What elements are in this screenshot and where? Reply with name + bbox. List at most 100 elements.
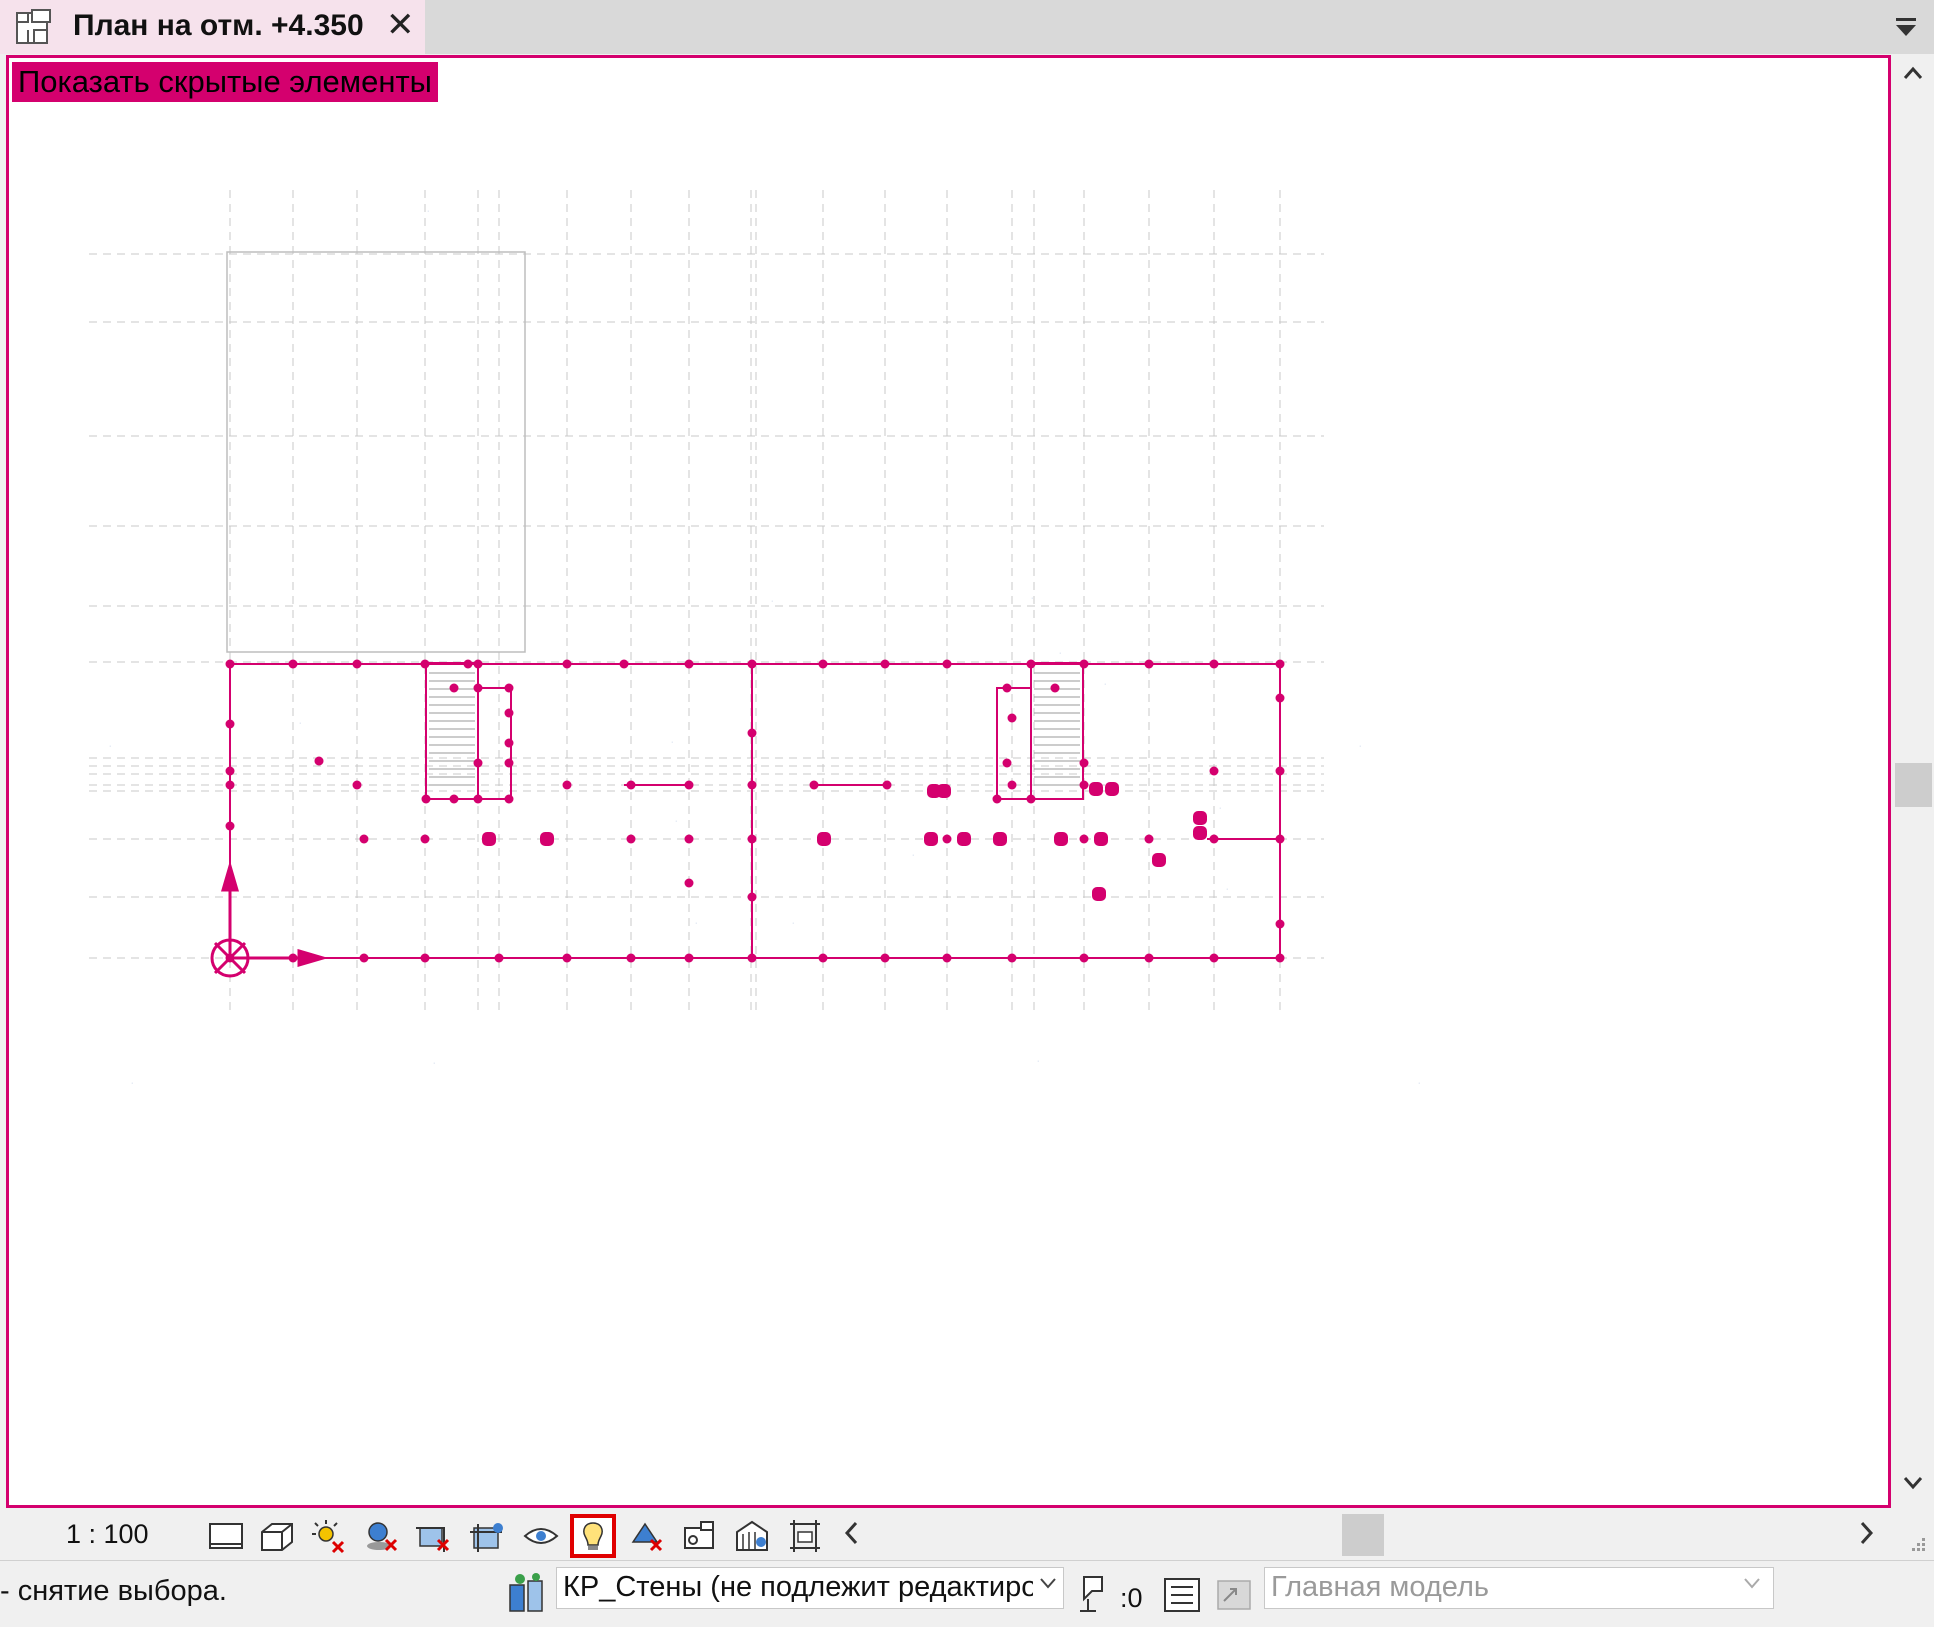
column-node [626, 953, 636, 963]
column-node [1275, 834, 1285, 844]
column-node [225, 766, 235, 776]
shadows-icon[interactable] [362, 1518, 400, 1554]
hidden-element-marker [1193, 811, 1207, 825]
column-node [1002, 758, 1012, 768]
column-node [942, 659, 952, 669]
scroll-up-icon[interactable] [1902, 65, 1924, 81]
column-node [626, 780, 636, 790]
drawing-view[interactable]: · · · · · · · · · · · · · · · · · · · Показать скрытые эле… [6, 55, 1891, 1508]
column-node [473, 659, 483, 669]
hidden-element-marker [1054, 832, 1068, 846]
hidden-element-marker [957, 832, 971, 846]
reveal-constraints-icon[interactable] [786, 1518, 824, 1554]
column-node [504, 758, 514, 768]
status-message: - снятие выбора. [0, 1575, 227, 1607]
grid-tag: · [792, 920, 794, 927]
status-bar: - снятие выбора. КР_Стены (не подлежит р… [0, 1560, 1934, 1627]
column-node [684, 834, 694, 844]
column-node [747, 953, 757, 963]
sun-path-icon[interactable] [309, 1518, 347, 1554]
column-node [880, 953, 890, 963]
column-node [619, 659, 629, 669]
show-crop-region-icon[interactable] [468, 1518, 506, 1554]
column-node [473, 794, 483, 804]
detail-level-icon[interactable] [207, 1518, 245, 1554]
chevron-down-icon [1040, 1578, 1056, 1589]
column-node [992, 794, 1002, 804]
column-node [420, 659, 430, 669]
hidden-element-marker [1094, 832, 1108, 846]
column-node [1007, 780, 1017, 790]
floor-plan-canvas[interactable]: · · · · · · · · · · · · · · · · · · · [9, 58, 1888, 1505]
active-workset-dropdown[interactable]: КР_Стены (не подлежит редактированию) [556, 1567, 1064, 1609]
column-node [420, 953, 430, 963]
stair-core-right [996, 662, 1084, 800]
hidden-element-marker [1193, 826, 1207, 840]
chevron-down-icon [1744, 1578, 1760, 1589]
selection-filter-icon[interactable] [1162, 1573, 1202, 1615]
view-scale[interactable]: 1 : 100 [66, 1519, 149, 1550]
editing-requests-icon[interactable] [1074, 1573, 1110, 1615]
grid-tag: · [299, 720, 301, 727]
reveal-hidden-elements-icon[interactable] [570, 1514, 616, 1558]
column-node [504, 794, 514, 804]
column-node [449, 683, 459, 693]
column-node [747, 834, 757, 844]
grid-tag: · [671, 739, 673, 746]
column-node [225, 821, 235, 831]
column-node [420, 834, 430, 844]
analytical-model-icon[interactable] [681, 1518, 719, 1554]
column-node [352, 659, 362, 669]
grid-tag: · [1037, 1058, 1039, 1065]
column-node [684, 780, 694, 790]
hidden-element-marker [540, 832, 554, 846]
column-node [1209, 766, 1219, 776]
visual-style-icon[interactable] [258, 1518, 296, 1554]
view-tab[interactable]: План на отм. +4.350 ✕ [0, 0, 425, 54]
close-icon[interactable]: ✕ [386, 8, 415, 42]
grid-tag: · [912, 852, 914, 859]
highlight-displacement-icon[interactable] [733, 1518, 771, 1554]
grid-tag: · [1359, 743, 1361, 750]
scroll-right-icon[interactable] [1858, 1520, 1876, 1546]
column-node [1007, 713, 1017, 723]
column-node [747, 892, 757, 902]
stair-core-left [425, 662, 512, 800]
column-node [562, 780, 572, 790]
column-node [225, 659, 235, 669]
column-node [359, 834, 369, 844]
design-option-dropdown[interactable]: Главная модель [1264, 1567, 1774, 1609]
scroll-thumb[interactable] [1895, 763, 1932, 807]
crop-view-icon[interactable] [414, 1518, 452, 1554]
hidden-element-marker [1152, 853, 1166, 867]
column-node [1209, 659, 1219, 669]
column-node [1026, 659, 1036, 669]
horizontal-scroll-thumb[interactable] [1342, 1514, 1384, 1556]
column-node [352, 780, 362, 790]
column-node [225, 780, 235, 790]
scroll-down-icon[interactable] [1902, 1475, 1924, 1491]
column-node [1079, 953, 1089, 963]
reveal-hidden-banner: Показать скрытые элементы [12, 62, 438, 102]
grid-tag: · [675, 818, 677, 825]
grid-tag: · [1418, 1080, 1420, 1087]
scroll-left-icon[interactable] [842, 1520, 860, 1546]
column-node [747, 728, 757, 738]
grid-tag: · [1219, 805, 1221, 812]
column-node [1079, 834, 1089, 844]
resize-grip-icon[interactable] [1910, 1536, 1928, 1554]
temporary-hide-isolate-icon[interactable] [522, 1518, 560, 1554]
grid-tag: · [1104, 681, 1106, 688]
hidden-element-marker [1089, 782, 1103, 796]
column-node [1209, 953, 1219, 963]
column-node [473, 683, 483, 693]
grid-tag: · [1059, 650, 1061, 657]
column-node [942, 834, 952, 844]
temporary-view-properties-icon[interactable] [627, 1518, 665, 1554]
tab-list-dropdown-icon[interactable] [1892, 14, 1920, 40]
design-options-icon[interactable] [1214, 1573, 1254, 1615]
column-node [809, 780, 819, 790]
worksets-icon[interactable] [506, 1571, 548, 1615]
vertical-scrollbar[interactable] [1893, 55, 1934, 1508]
column-node [1275, 659, 1285, 669]
